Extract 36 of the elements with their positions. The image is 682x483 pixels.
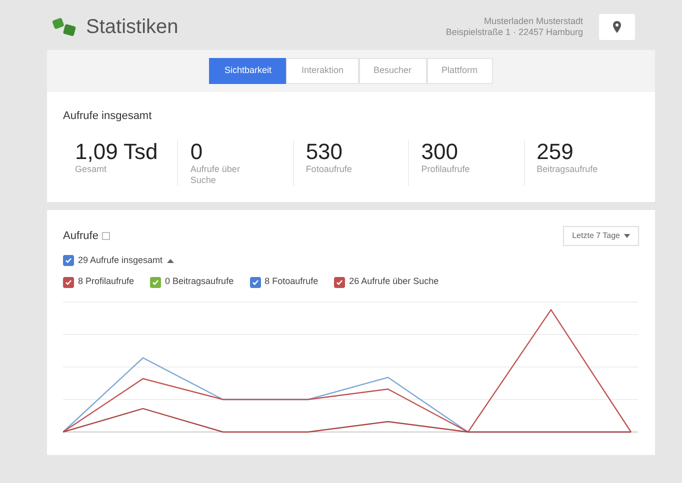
checkbox[interactable] [334,276,346,288]
legend-label: 8 Fotoaufrufe [264,275,318,288]
tab[interactable]: Plattform [426,58,493,84]
section-title: Aufrufe [63,228,98,244]
page-title: Statistiken [86,15,178,40]
caret-icon [166,258,174,263]
checkbox[interactable] [250,276,261,288]
stat-value: 0 [190,140,204,164]
tab[interactable]: Sichtbarkeit [209,58,286,84]
tab[interactable]: Interaktion [286,58,358,84]
stat-value: 259 [536,140,574,164]
stat-label: Profilaufrufe [421,164,471,175]
checkbox[interactable] [63,255,74,266]
stat-label: Fotoaufrufe [306,164,353,175]
address-text: Beispielstraße 1 · 22457 Hamburg [446,27,583,38]
stat-label: Aufrufe über Suche [190,164,241,186]
legend-label: 29 Aufrufe insgesamt [78,254,163,267]
checkbox[interactable] [150,276,162,288]
caret-icon [624,234,630,238]
tab[interactable]: Besucher [358,58,427,84]
section-title: Aufrufe insgesamt [63,108,153,124]
location-button[interactable] [599,14,635,40]
stat-value: 1,09 Tsd [75,140,159,164]
checkbox[interactable] [63,276,74,288]
stat-label: Gesamt [75,164,108,175]
stat-label: Beitragsaufrufe [536,164,599,175]
location-pin-icon [612,20,622,34]
stat-value: 530 [306,140,344,164]
legend-label: 26 Aufrufe über Suche [349,275,439,288]
range-dropdown[interactable]: Letzte 7 Tage [563,226,639,246]
puzzle-icon [52,16,78,38]
legend-label: 0 Beitragsaufrufe [165,275,234,288]
business-name: Musterladen Musterstadt [482,16,583,27]
legend-label: 8 Profilaufrufe [78,275,134,288]
info-icon [102,232,110,240]
stat-value: 300 [421,140,459,164]
